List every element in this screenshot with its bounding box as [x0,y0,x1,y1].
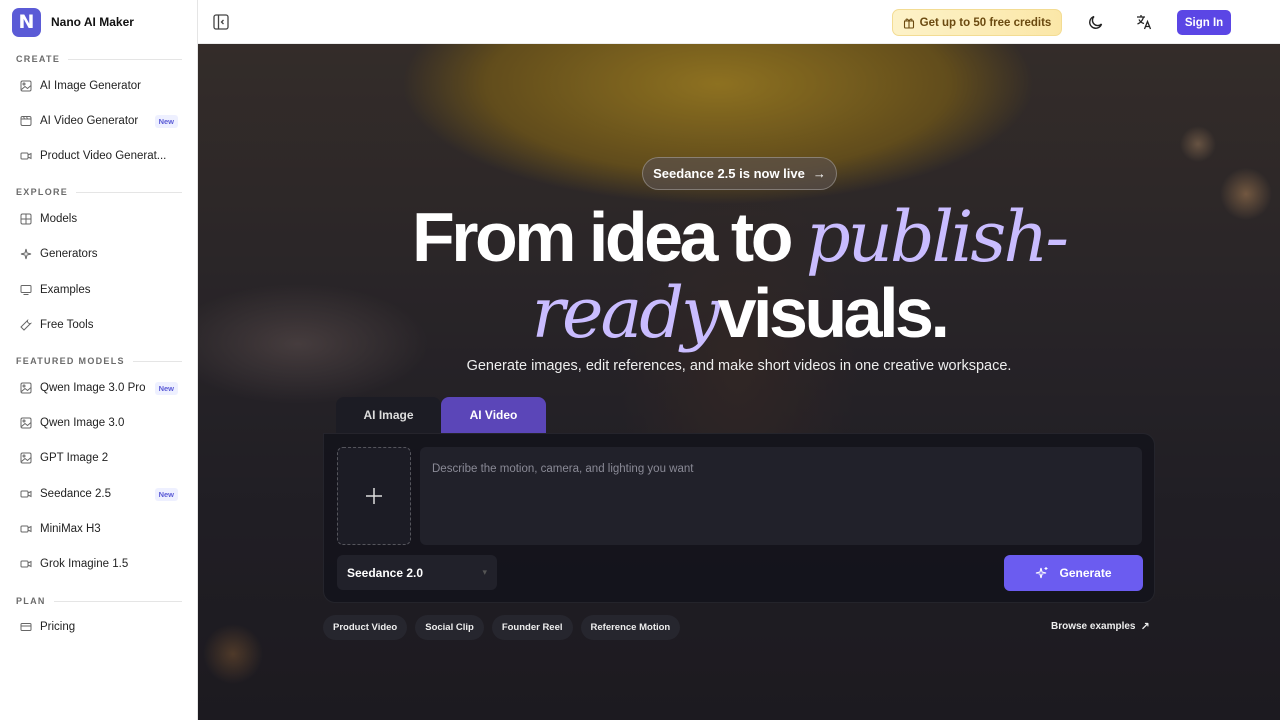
image-icon [20,417,32,429]
generate-label: Generate [1059,566,1112,580]
sidebar-item-label: Grok Imagine 1.5 [40,558,129,570]
free-credits-label: Get up to 50 free credits [919,16,1052,29]
arrow-right-icon: → [812,166,826,181]
sidebar-item-label: MiniMax H3 [40,523,101,535]
browse-examples-link[interactable]: Browse examples ↗ [1051,620,1150,633]
image-icon [20,80,32,92]
browse-examples-label: Browse examples [1051,621,1136,632]
sidebar-item-label: Qwen Image 3.0 Pro [40,382,146,394]
image-icon [20,452,32,464]
headline-text: visuals. [717,274,950,352]
new-badge: New [154,381,178,395]
new-badge: New [154,114,178,128]
sidebar-item-pricing[interactable]: Pricing [8,612,190,642]
sidebar-item-ai-image-generator[interactable]: AI Image Generator [8,71,190,101]
sidebar-collapse-icon[interactable] [212,13,230,31]
wrench-icon [20,319,32,331]
mode-tabs: AI Image AI Video [336,397,546,433]
announcement-pill[interactable]: Seedance 2.5 is now live → [642,157,837,190]
hero-section: Seedance 2.5 is now live → From idea to … [198,44,1280,720]
sidebar: N Nano AI Maker CREATE AI Image Generato… [0,0,198,720]
sidebar-item-ai-video-generator[interactable]: AI Video Generator New [8,106,190,136]
chip-founder-reel[interactable]: Founder Reel [491,615,573,640]
sidebar-item-product-video-generator[interactable]: Product Video Generat... [8,141,190,171]
sidebar-item-gpt-image-2[interactable]: GPT Image 2 [8,443,190,473]
credit-card-icon [20,621,32,633]
video-camera-icon [20,558,32,570]
sidebar-item-examples[interactable]: Examples [8,275,190,305]
video-camera-icon [20,150,32,162]
section-label-plan: PLAN [16,596,182,606]
sidebar-item-label: Free Tools [40,319,94,331]
sidebar-item-label: Pricing [40,621,76,633]
brand[interactable]: N Nano AI Maker [0,0,197,44]
brand-logo[interactable]: N [12,7,41,37]
sidebar-item-qwen-image-3[interactable]: Qwen Image 3.0 [8,408,190,438]
section-label-create: CREATE [16,54,182,64]
headline-italic-text: publish- [805,196,1069,278]
translate-icon[interactable] [1135,13,1153,31]
section-label-explore: EXPLORE [16,187,182,197]
upload-reference-button[interactable] [337,447,411,545]
generate-button[interactable]: Generate [1004,555,1143,591]
moon-icon[interactable] [1087,13,1105,31]
free-credits-button[interactable]: Get up to 50 free credits [892,9,1062,36]
arrow-up-right-icon: ↗ [1140,621,1150,633]
tab-ai-image[interactable]: AI Image [336,397,441,433]
topbar: Get up to 50 free credits Sign In [198,0,1280,44]
sidebar-item-label: Examples [40,284,91,296]
sidebar-item-label: AI Video Generator [40,115,139,127]
prompt-input[interactable] [420,447,1142,545]
video-camera-icon [20,488,32,500]
headline-italic-text: ready [531,272,721,354]
sparkle-icon [20,248,32,260]
new-badge: New [154,487,178,501]
headline-line-1: From idea to publish- [198,202,1280,272]
sidebar-item-label: Qwen Image 3.0 [40,417,125,429]
sidebar-item-label: GPT Image 2 [40,452,109,464]
sidebar-item-seedance-2-5[interactable]: Seedance 2.5 New [8,479,190,509]
sidebar-item-label: Generators [40,248,98,260]
grid-icon [20,213,32,225]
image-icon [20,382,32,394]
model-select[interactable]: Seedance 2.0 ▾ [337,555,497,590]
chip-reference-motion[interactable]: Reference Motion [580,615,681,640]
chevron-down-icon: ▾ [482,567,487,577]
sidebar-item-grok-imagine-1-5[interactable]: Grok Imagine 1.5 [8,549,190,579]
video-icon [20,115,32,127]
sign-in-button[interactable]: Sign In [1177,10,1231,35]
video-camera-icon [20,523,32,535]
chip-social-clip[interactable]: Social Clip [415,615,484,640]
sidebar-item-minimax-h3[interactable]: MiniMax H3 [8,514,190,544]
generator-panel: Seedance 2.0 ▾ Generate [323,433,1155,603]
hero-subtitle: Generate images, edit references, and ma… [466,358,1012,374]
sidebar-item-label: AI Image Generator [40,80,141,92]
sidebar-item-label: Models [40,213,78,225]
gift-icon [903,18,914,29]
headline-line-2: readyvisuals. [198,278,1280,348]
sidebar-item-label: Product Video Generat... [40,150,167,162]
sidebar-item-label: Seedance 2.5 [40,488,111,500]
preset-chips: Product Video Social Clip Founder Reel R… [323,615,681,640]
monitor-icon [20,284,32,296]
model-select-value: Seedance 2.0 [347,565,424,580]
sidebar-item-free-tools[interactable]: Free Tools [8,310,190,340]
sidebar-item-models[interactable]: Models [8,204,190,234]
headline-text: From idea to [411,198,806,276]
sparkle-icon [1036,567,1048,579]
sidebar-item-generators[interactable]: Generators [8,239,190,269]
chip-product-video[interactable]: Product Video [323,615,408,640]
announcement-text: Seedance 2.5 is now live [653,166,805,181]
plus-icon [366,488,382,504]
section-label-featured-models: FEATURED MODELS [16,356,182,366]
tab-ai-video[interactable]: AI Video [441,397,546,433]
brand-name: Nano AI Maker [51,15,134,29]
sidebar-item-qwen-image-3-pro[interactable]: Qwen Image 3.0 Pro New [8,373,190,403]
